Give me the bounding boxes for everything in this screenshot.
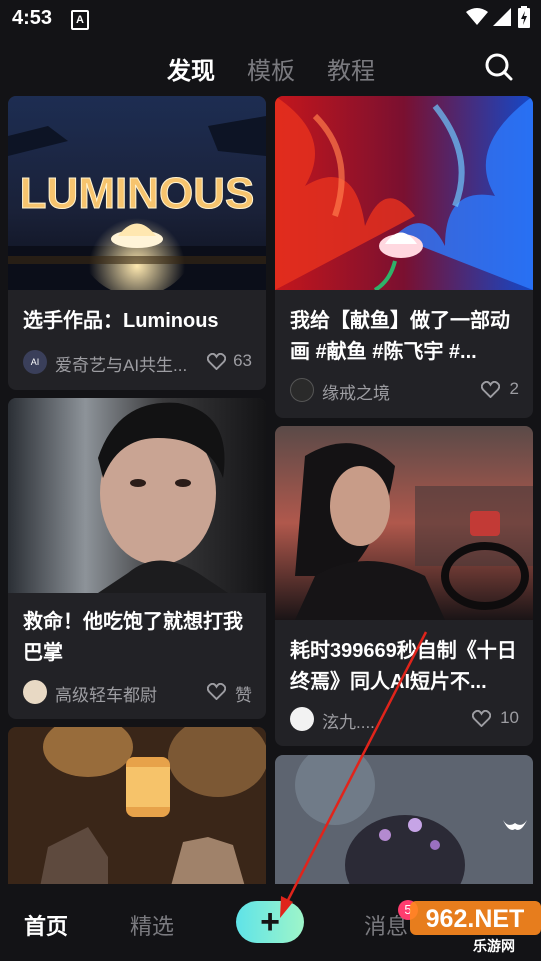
- card-title: 选手作品：Luminous: [23, 310, 219, 332]
- card-thumbnail: [8, 727, 266, 897]
- card-thumbnail: [275, 755, 533, 897]
- tab-tutorials[interactable]: 教程: [327, 51, 375, 86]
- watermark-sub: 乐游网: [473, 938, 515, 955]
- plus-icon: +: [260, 903, 280, 941]
- heart-icon[interactable]: [207, 683, 226, 700]
- like-count: 10: [500, 708, 519, 727]
- video-card[interactable]: 耗时399669秒自制《十日终焉》同人AI短片不... 泫九..... 10: [275, 426, 533, 746]
- video-card[interactable]: [275, 755, 533, 897]
- like-count: 赞: [235, 686, 252, 705]
- card-title: 耗时399669秒自制《十日终焉》同人AI短片不...: [290, 640, 517, 693]
- card-author: 泫九.....: [322, 713, 380, 732]
- video-card[interactable]: 救命！他吃饱了就想打我巴掌 高级轻车都尉 赞: [8, 398, 266, 719]
- video-card[interactable]: 我给【献鱼】做了一部动画 #献鱼 #陈飞宇 #... 缘戒之境 2: [275, 96, 533, 418]
- heart-icon[interactable]: [481, 381, 500, 398]
- card-thumbnail: LUMINOUS: [8, 96, 266, 290]
- card-author: 缘戒之境: [322, 384, 390, 403]
- card-thumbnail: [275, 426, 533, 620]
- watermark-brand: 962.NET: [426, 905, 525, 933]
- battery-icon: [518, 6, 530, 28]
- create-button[interactable]: +: [236, 901, 304, 943]
- status-bar: 4:53 A: [0, 0, 541, 36]
- like-count: 2: [509, 379, 519, 398]
- avatar: [290, 707, 314, 731]
- card-meta: 缘戒之境 2: [290, 378, 519, 403]
- status-time: 4:53: [12, 7, 53, 29]
- video-card[interactable]: [8, 727, 266, 897]
- tab-templates[interactable]: 模板: [247, 51, 295, 86]
- avatar: [23, 680, 47, 704]
- card-meta: 泫九..... 10: [290, 707, 519, 732]
- nav-featured[interactable]: 精选: [130, 909, 174, 941]
- notification-icon: A: [71, 10, 89, 30]
- nav-home[interactable]: 首页: [24, 909, 68, 941]
- bottom-nav: 首页 精选 + 消息 5 962.NET 乐游网: [0, 884, 541, 961]
- avatar: [290, 378, 314, 402]
- card-author: 高级轻车都尉: [55, 686, 157, 705]
- card-meta: 高级轻车都尉 赞: [23, 680, 252, 705]
- card-meta: AI 爱奇艺与AI共生... 63: [23, 350, 252, 375]
- heart-icon[interactable]: [472, 710, 491, 727]
- card-author: 爱奇艺与AI共生...: [55, 356, 188, 375]
- card-title: 我给【献鱼】做了一部动画 #献鱼 #陈飞宇 #...: [290, 310, 510, 363]
- heart-icon[interactable]: [207, 353, 226, 370]
- thumbnail-luminous-text: LUMINOUS: [20, 169, 255, 218]
- avatar: AI: [23, 350, 47, 374]
- tab-discover[interactable]: 发现: [167, 51, 215, 86]
- watermark-logo: 962.NET 乐游网: [410, 901, 541, 955]
- like-count: 63: [233, 351, 252, 370]
- card-thumbnail: [8, 398, 266, 593]
- search-icon[interactable]: [484, 52, 514, 82]
- card-thumbnail: [275, 96, 533, 290]
- video-card[interactable]: LUMINOUS 选手作品：Luminous AI 爱奇艺与AI共生... 63: [8, 96, 266, 390]
- card-title: 救命！他吃饱了就想打我巴掌: [23, 611, 243, 664]
- top-tabs: 发现 模板 教程: [0, 40, 541, 90]
- signal-icon: [493, 8, 511, 26]
- wifi-icon: [466, 8, 488, 25]
